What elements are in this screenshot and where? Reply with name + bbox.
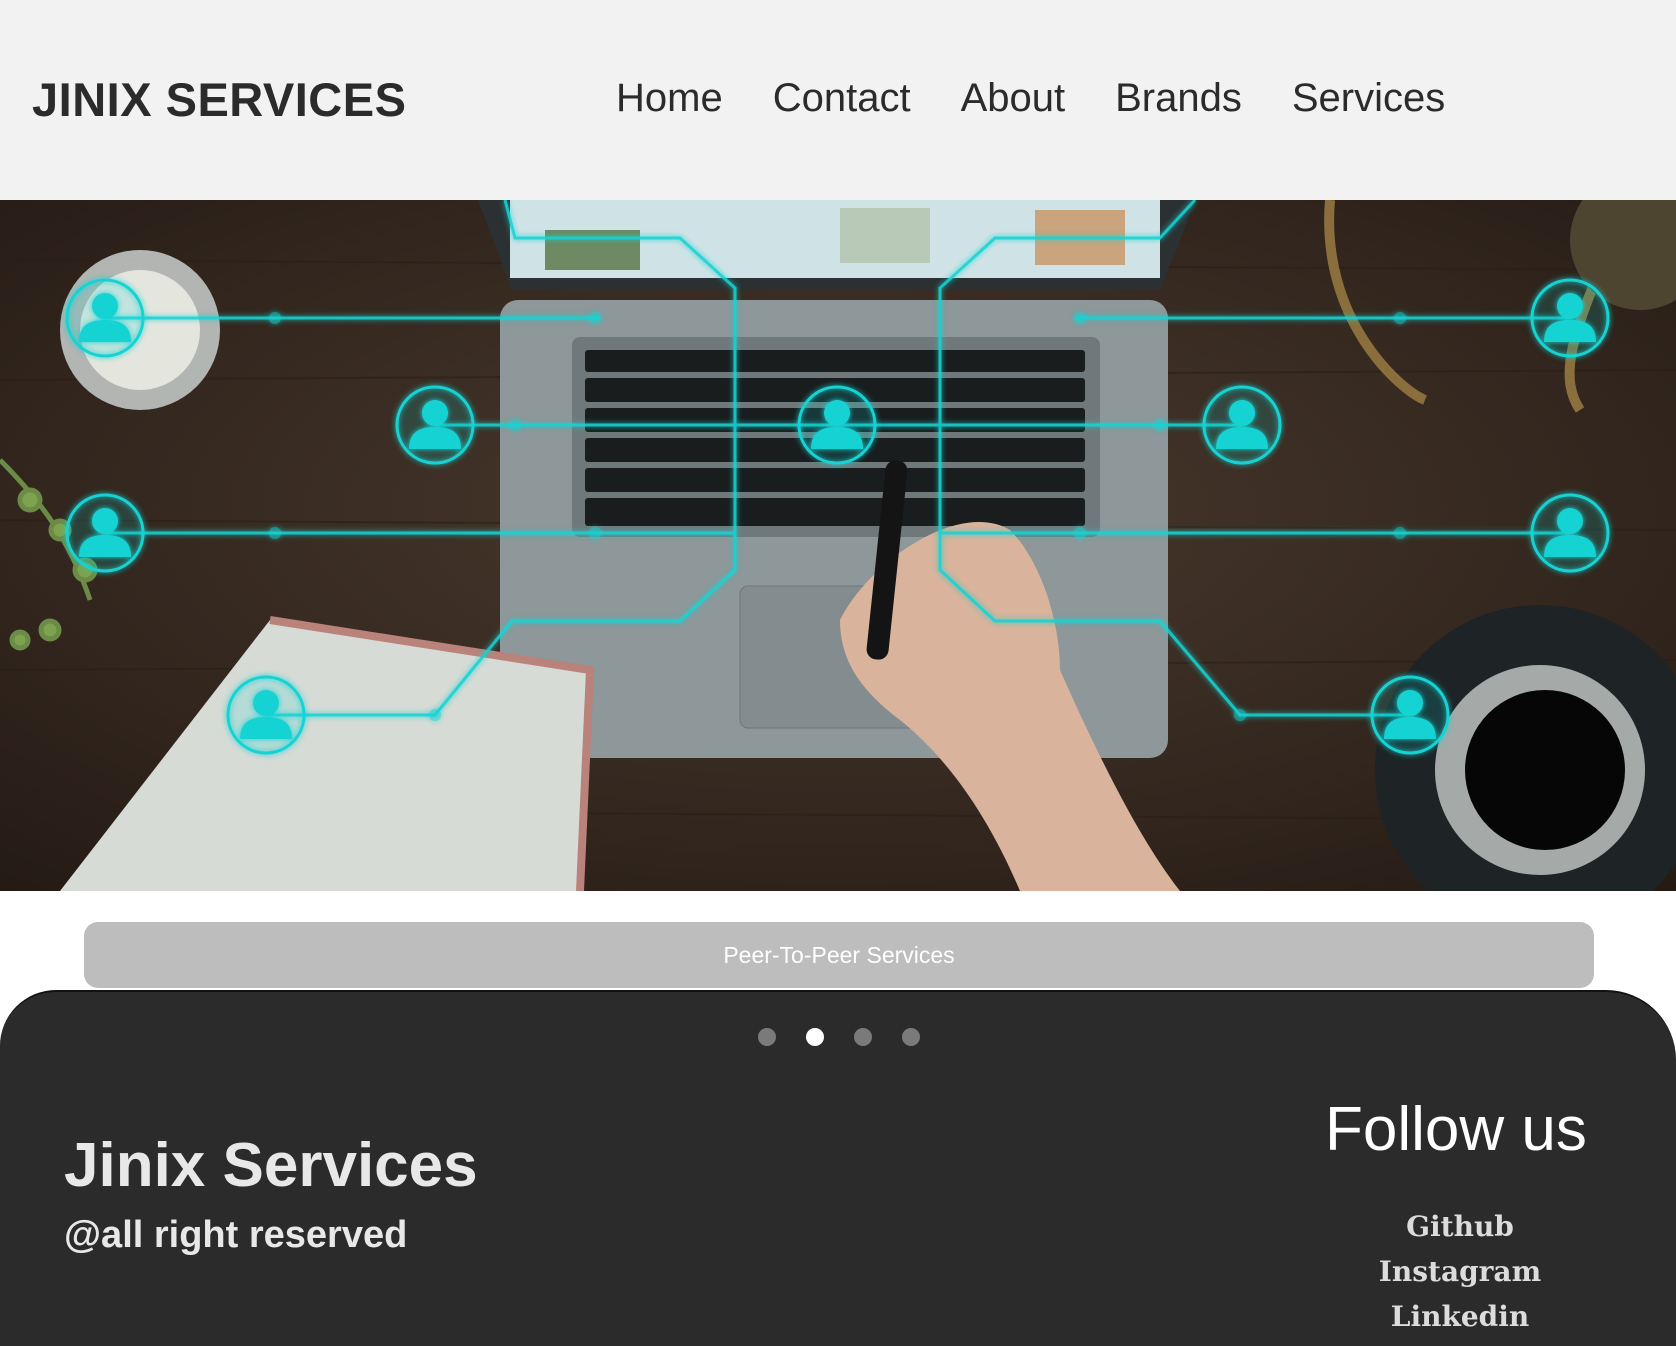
slide-caption-bar: Peer-To-Peer Services [84, 922, 1594, 988]
hero-slide-image [0, 200, 1676, 891]
social-links: Github Instagram Linkedin [1300, 1204, 1620, 1339]
site-header: JINIX SERVICES Home Contact About Brands… [0, 0, 1676, 200]
carousel-dot-3[interactable] [854, 1028, 872, 1046]
nav-brands-link[interactable]: Brands [1115, 76, 1242, 121]
slide-caption: Peer-To-Peer Services [723, 941, 955, 968]
instagram-link[interactable]: Instagram [1379, 1249, 1541, 1294]
carousel-dot-2-active[interactable] [806, 1028, 824, 1046]
carousel-dot-4[interactable] [902, 1028, 920, 1046]
linkedin-link[interactable]: Linkedin [1391, 1294, 1529, 1339]
main-nav: Home Contact About Brands Services [616, 76, 1445, 121]
nav-services-link[interactable]: Services [1292, 76, 1445, 121]
nav-home-link[interactable]: Home [616, 76, 723, 121]
hero-illustration [0, 200, 1676, 891]
brand-logo[interactable]: JINIX SERVICES [32, 72, 406, 127]
carousel-indicators [758, 1028, 920, 1046]
site-footer: Jinix Services @all right reserved Follo… [0, 990, 1676, 1346]
nav-contact-link[interactable]: Contact [773, 76, 911, 121]
follow-us-heading: Follow us [1325, 1095, 1587, 1164]
nav-about-link[interactable]: About [961, 76, 1066, 121]
github-link[interactable]: Github [1406, 1204, 1514, 1249]
carousel-dot-1[interactable] [758, 1028, 776, 1046]
footer-copyright: @all right reserved [64, 1214, 408, 1256]
footer-title: Jinix Services [64, 1131, 478, 1200]
